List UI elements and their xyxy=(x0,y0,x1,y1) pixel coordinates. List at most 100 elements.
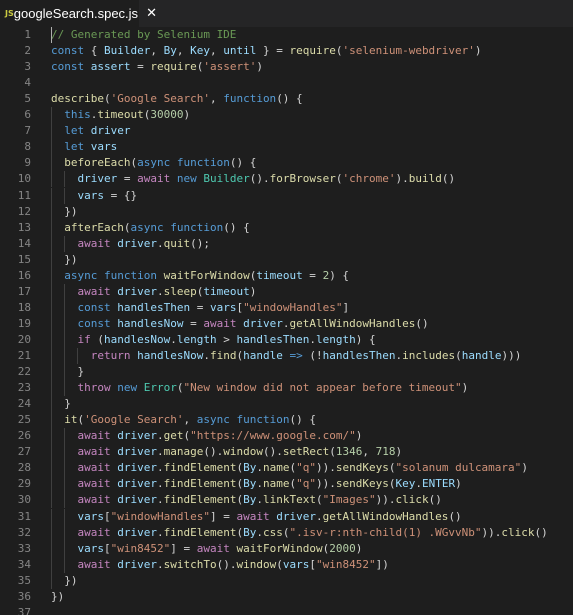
line-number: 24 xyxy=(17,397,31,411)
code-token: driver xyxy=(117,525,157,539)
line-code: await driver.manage().window().setRect(1… xyxy=(51,444,403,460)
code-line: 29 await driver.findElement(By.name("q")… xyxy=(0,476,573,492)
code-token: includes xyxy=(402,349,456,362)
code-line: 21 return handlesNow.find(handle => (!ha… xyxy=(0,348,573,364)
code-token: handlesNow xyxy=(137,349,204,362)
code-token: timeout xyxy=(256,268,303,282)
code-token: . xyxy=(256,477,263,491)
line-code: if (handlesNow.length > handlesThen.leng… xyxy=(51,332,376,348)
line-number: 15 xyxy=(17,252,31,266)
line-number: 34 xyxy=(17,557,31,571)
line-number: 14 xyxy=(17,236,31,250)
code-token: function xyxy=(236,413,290,427)
code-line: 13 afterEach(async function() { xyxy=(0,220,573,236)
line-number: 21 xyxy=(17,349,31,362)
line-code: await driver.get("https://www.google.com… xyxy=(51,428,363,444)
line-number: 28 xyxy=(17,461,31,475)
code-token: handlesThen xyxy=(117,300,191,314)
code-line: 14 await driver.quit(); xyxy=(0,236,573,252)
code-token: findElement xyxy=(163,477,237,491)
code-token: By xyxy=(243,461,257,475)
code-token: timeout xyxy=(203,284,250,298)
code-token: ) xyxy=(249,284,257,298)
code-token: 2000 xyxy=(329,541,356,555)
code-token: window xyxy=(236,557,277,571)
line-number: 31 xyxy=(17,509,31,523)
code-token: ".isv-r:nth-child(1) .WGvvNb" xyxy=(289,525,482,539)
line-code: } xyxy=(51,396,71,412)
code-token: { xyxy=(84,44,104,58)
code-token: "https://www.google.com/" xyxy=(190,429,356,443)
code-token: driver xyxy=(117,236,157,250)
code-token: const xyxy=(51,60,85,74)
line-code: let driver xyxy=(51,123,130,139)
line-code: it('Google Search', async function() { xyxy=(51,412,316,428)
line-code: throw new Error("New window did not appe… xyxy=(51,380,469,396)
code-line: 4 xyxy=(0,75,573,91)
code-token: describe xyxy=(51,92,104,106)
code-token: ( xyxy=(90,332,104,346)
code-token: ) xyxy=(521,461,528,475)
code-token: function xyxy=(104,268,157,282)
code-token: (). xyxy=(249,172,270,186)
line-number: 9 xyxy=(24,156,31,170)
code-token: await xyxy=(77,461,111,475)
line-number: 36 xyxy=(17,589,31,603)
text-cursor xyxy=(51,27,52,43)
line-code: return handlesNow.find(handle => (!handl… xyxy=(51,348,522,364)
line-number: 6 xyxy=(24,108,31,122)
line-number: 17 xyxy=(17,284,31,298)
code-token: "Images" xyxy=(322,493,376,507)
code-token: "q" xyxy=(296,461,316,475)
code-line: 30 await driver.findElement(By.linkText(… xyxy=(0,492,573,508)
code-token: () xyxy=(534,525,548,539)
code-token: waitForWindow xyxy=(236,541,323,555)
code-token: ))) xyxy=(501,349,522,362)
line-code: await driver.findElement(By.linkText("Im… xyxy=(51,492,442,508)
code-token: length xyxy=(315,332,356,346)
code-line: 19 const handlesNow = await driver.getAl… xyxy=(0,316,573,332)
code-token: => xyxy=(289,349,303,362)
code-token: manage xyxy=(163,445,204,459)
code-token: . xyxy=(315,509,323,523)
code-token: getAllWindowHandles xyxy=(289,316,416,330)
code-token: () xyxy=(448,509,462,523)
code-token: ( xyxy=(329,445,336,459)
code-token: ( xyxy=(176,381,184,395)
code-line: 28 await driver.findElement(By.name("q")… xyxy=(0,460,573,476)
code-token: . xyxy=(157,493,164,507)
code-token: getAllWindowHandles xyxy=(322,509,449,523)
close-icon[interactable]: ✕ xyxy=(146,6,157,21)
code-token: . xyxy=(157,445,164,459)
editor-tab[interactable]: JS googleSearch.spec.js ✕ xyxy=(0,0,157,27)
code-token: By xyxy=(243,477,257,491)
code-token: driver xyxy=(117,557,157,571)
code-editor[interactable]: 1 // Generated by Selenium IDE 2 const { Bu… xyxy=(0,27,573,615)
code-token: Key xyxy=(190,44,210,58)
line-number: 27 xyxy=(17,445,31,459)
code-token: until xyxy=(223,44,257,58)
code-token: require xyxy=(150,60,197,74)
line-number: 16 xyxy=(17,268,31,282)
code-token: switchTo xyxy=(163,557,217,571)
code-line: 20 if (handlesNow.length > handlesThen.l… xyxy=(0,332,573,348)
line-code: driver = await new Builder().forBrowser (… xyxy=(51,171,456,187)
line-number: 35 xyxy=(17,573,31,587)
code-token: ) xyxy=(183,108,191,122)
code-token: . xyxy=(203,349,210,362)
code-token: await xyxy=(77,236,111,250)
line-number: 19 xyxy=(17,316,31,330)
code-token: ] = xyxy=(170,541,197,555)
line-code: await driver.findElement(By.name("q")).s… xyxy=(51,476,462,492)
line-code: await driver.findElement(By.name("q")).s… xyxy=(51,460,528,476)
code-token: await xyxy=(203,316,237,330)
code-token: ) xyxy=(395,445,403,459)
